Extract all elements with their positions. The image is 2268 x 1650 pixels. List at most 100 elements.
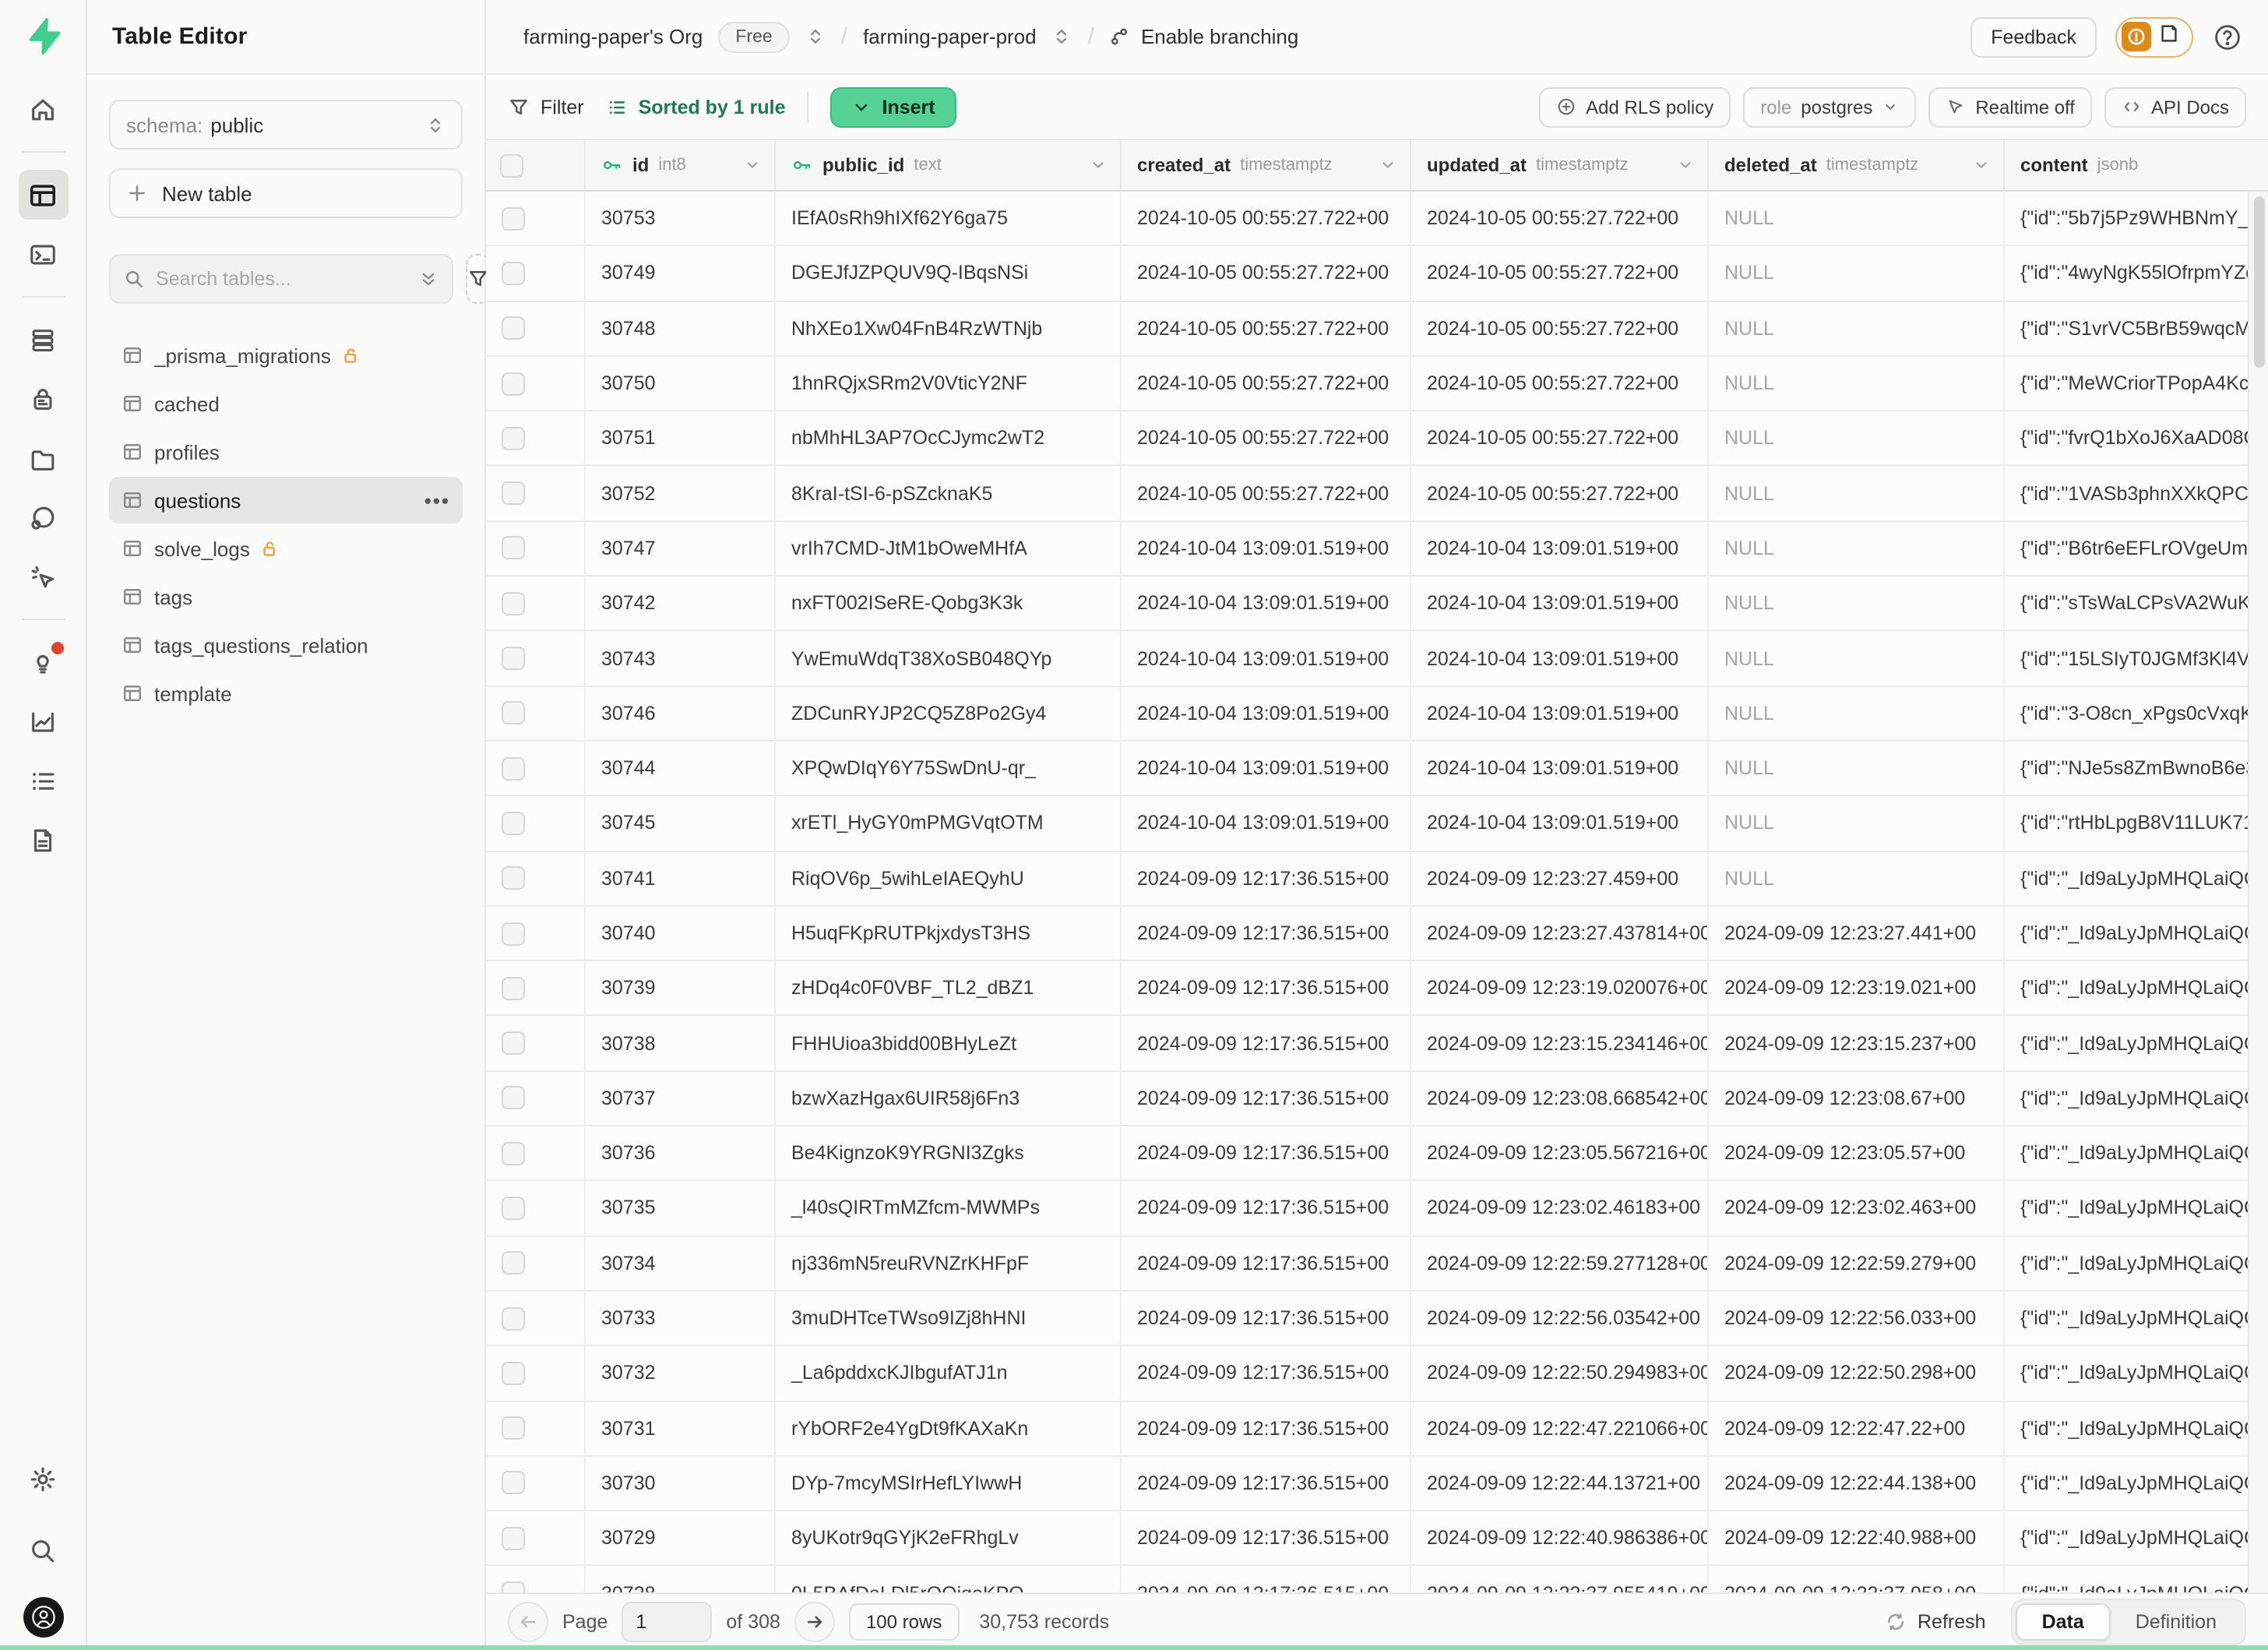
cell-public_id[interactable]: nxFT002ISeRE-Qobg3K3k bbox=[776, 576, 1122, 630]
sidebar-item-template[interactable]: template bbox=[109, 670, 463, 717]
cell-public_id[interactable]: _La6pddxcKJIbgufATJ1n bbox=[776, 1346, 1122, 1400]
cell-deleted_at[interactable]: NULL bbox=[1709, 411, 2005, 465]
cell-id[interactable]: 30751 bbox=[586, 411, 776, 465]
rows-per-page-button[interactable]: 100 rows bbox=[849, 1603, 959, 1641]
cell-id[interactable]: 30741 bbox=[586, 851, 776, 905]
cell-public_id[interactable]: YwEmuWdqT38XoSB048QYp bbox=[776, 632, 1122, 686]
sidebar-item-questions[interactable]: questions••• bbox=[109, 477, 463, 524]
supabase-logo-icon[interactable] bbox=[23, 16, 63, 56]
cell-id[interactable]: 30735 bbox=[586, 1182, 776, 1236]
select-all-checkbox[interactable] bbox=[500, 153, 523, 177]
cell-updated_at[interactable]: 2024-09-09 12:23:19.020076+00 bbox=[1411, 961, 1709, 1015]
cell-deleted_at[interactable]: 2024-09-09 12:23:05.57+00 bbox=[1709, 1126, 2005, 1180]
chevron-down-icon[interactable] bbox=[1676, 156, 1695, 175]
cell-deleted_at[interactable]: NULL bbox=[1709, 301, 2005, 355]
sort-button[interactable]: Sorted by 1 rule bbox=[606, 96, 786, 118]
chevron-down-icon[interactable] bbox=[1379, 156, 1397, 175]
row-checkbox[interactable] bbox=[502, 481, 525, 505]
cell-deleted_at[interactable]: NULL bbox=[1709, 247, 2005, 301]
cell-content[interactable]: {"id":"15LSIyT0JGMf3Kl4Vn bbox=[2005, 632, 2268, 686]
row-checkbox[interactable] bbox=[502, 1141, 525, 1165]
row-checkbox[interactable] bbox=[502, 977, 525, 1000]
cell-public_id[interactable]: zHDq4c0F0VBF_TL2_dBZ1 bbox=[776, 961, 1122, 1015]
add-rls-policy-button[interactable]: Add RLS policy bbox=[1539, 86, 1731, 127]
column-header-id[interactable]: idint8 bbox=[586, 140, 776, 190]
cell-created_at[interactable]: 2024-09-09 12:17:36.515+00 bbox=[1122, 1292, 1411, 1345]
nav-advisors[interactable] bbox=[18, 637, 68, 687]
row-checkbox[interactable] bbox=[502, 1031, 525, 1055]
cell-public_id[interactable]: DYp-7mcyMSIrHefLYIwwH bbox=[776, 1457, 1122, 1511]
cell-deleted_at[interactable]: NULL bbox=[1709, 686, 2005, 740]
cell-id[interactable]: 30737 bbox=[586, 1072, 776, 1126]
sidebar-item-cached[interactable]: cached bbox=[109, 380, 463, 427]
nav-reports[interactable] bbox=[18, 696, 68, 746]
cell-id[interactable]: 30742 bbox=[586, 576, 776, 630]
cell-updated_at[interactable]: 2024-10-05 00:55:27.722+00 bbox=[1411, 301, 1709, 355]
tab-definition[interactable]: Definition bbox=[2111, 1605, 2242, 1639]
cell-id[interactable]: 30736 bbox=[586, 1126, 776, 1180]
column-header-created_at[interactable]: created_attimestamptz bbox=[1122, 140, 1411, 190]
cell-created_at[interactable]: 2024-09-09 12:17:36.515+00 bbox=[1122, 1346, 1411, 1400]
cell-content[interactable]: {"id":"sTsWaLCPsVA2WuK2 bbox=[2005, 576, 2268, 630]
cell-deleted_at[interactable]: 2024-09-09 12:22:37.958+00 bbox=[1709, 1567, 2005, 1592]
chevron-down-icon[interactable] bbox=[743, 156, 762, 175]
cell-deleted_at[interactable]: NULL bbox=[1709, 632, 2005, 686]
row-checkbox[interactable] bbox=[502, 866, 525, 890]
row-checkbox[interactable] bbox=[502, 316, 525, 340]
notifications-button[interactable] bbox=[2115, 16, 2193, 57]
cell-created_at[interactable]: 2024-10-05 00:55:27.722+00 bbox=[1122, 247, 1411, 301]
row-checkbox[interactable] bbox=[502, 1416, 525, 1440]
cell-deleted_at[interactable]: 2024-09-09 12:23:27.441+00 bbox=[1709, 907, 2005, 961]
row-checkbox[interactable] bbox=[502, 537, 525, 560]
cell-id[interactable]: 30738 bbox=[586, 1017, 776, 1070]
column-header-deleted_at[interactable]: deleted_attimestamptz bbox=[1709, 140, 2005, 190]
row-checkbox[interactable] bbox=[502, 647, 525, 670]
sidebar-item-tags_questions_relation[interactable]: tags_questions_relation bbox=[109, 622, 463, 668]
cell-content[interactable]: {"id":"_Id9aLyJpMHQLaiQC bbox=[2005, 1126, 2268, 1180]
cell-id[interactable]: 30743 bbox=[586, 632, 776, 686]
cell-created_at[interactable]: 2024-10-04 13:09:01.519+00 bbox=[1122, 632, 1411, 686]
cell-deleted_at[interactable]: NULL bbox=[1709, 742, 2005, 795]
row-checkbox[interactable] bbox=[502, 1581, 525, 1592]
insert-button[interactable]: Insert bbox=[831, 86, 957, 127]
nav-realtime[interactable] bbox=[18, 552, 68, 601]
cell-deleted_at[interactable]: 2024-09-09 12:22:44.138+00 bbox=[1709, 1457, 2005, 1511]
cell-public_id[interactable]: bzwXazHgax6UIR58j6Fn3 bbox=[776, 1072, 1122, 1126]
cell-content[interactable]: {"id":"fvrQ1bXoJ6XaAD08G bbox=[2005, 411, 2268, 465]
cell-deleted_at[interactable]: 2024-09-09 12:22:59.279+00 bbox=[1709, 1236, 2005, 1290]
cell-updated_at[interactable]: 2024-10-05 00:55:27.722+00 bbox=[1411, 357, 1709, 411]
cell-deleted_at[interactable]: NULL bbox=[1709, 192, 2005, 245]
cell-deleted_at[interactable]: 2024-09-09 12:22:50.298+00 bbox=[1709, 1346, 2005, 1400]
cell-created_at[interactable]: 2024-10-04 13:09:01.519+00 bbox=[1122, 686, 1411, 740]
cell-created_at[interactable]: 2024-10-04 13:09:01.519+00 bbox=[1122, 797, 1411, 851]
cell-created_at[interactable]: 2024-10-05 00:55:27.722+00 bbox=[1122, 467, 1411, 520]
org-name[interactable]: farming-paper's Org bbox=[523, 25, 703, 48]
cell-updated_at[interactable]: 2024-10-04 13:09:01.519+00 bbox=[1411, 742, 1709, 795]
nav-settings[interactable] bbox=[18, 1454, 68, 1504]
previous-page-button[interactable] bbox=[508, 1602, 548, 1642]
cell-id[interactable]: 30749 bbox=[586, 247, 776, 301]
table-menu-button[interactable]: ••• bbox=[424, 488, 450, 512]
cell-deleted_at[interactable]: NULL bbox=[1709, 797, 2005, 851]
cell-updated_at[interactable]: 2024-09-09 12:23:27.437814+00 bbox=[1411, 907, 1709, 961]
cell-content[interactable]: {"id":"_Id9aLyJpMHQLaiQC bbox=[2005, 907, 2268, 961]
cell-updated_at[interactable]: 2024-09-09 12:22:47.221066+00 bbox=[1411, 1401, 1709, 1455]
help-button[interactable] bbox=[2212, 21, 2243, 52]
cell-id[interactable]: 30750 bbox=[586, 357, 776, 411]
cell-content[interactable]: {"id":"5b7j5Pz9WHBNmY_A bbox=[2005, 192, 2268, 245]
cell-content[interactable]: {"id":"_Id9aLyJpMHQLaiQC bbox=[2005, 851, 2268, 905]
cell-public_id[interactable]: vrIh7CMD-JtM1bOweMHfA bbox=[776, 522, 1122, 576]
cell-created_at[interactable]: 2024-10-05 00:55:27.722+00 bbox=[1122, 411, 1411, 465]
row-checkbox[interactable] bbox=[502, 1252, 525, 1275]
cell-updated_at[interactable]: 2024-09-09 12:23:05.567216+00 bbox=[1411, 1126, 1709, 1180]
cell-content[interactable]: {"id":"_Id9aLyJpMHQLaiQC bbox=[2005, 1292, 2268, 1345]
cell-created_at[interactable]: 2024-09-09 12:17:36.515+00 bbox=[1122, 1401, 1411, 1455]
cell-content[interactable]: {"id":"_Id9aLyJpMHQLaiQC bbox=[2005, 1017, 2268, 1070]
cell-content[interactable]: {"id":"S1vrVC5BrB59wqcM4 bbox=[2005, 301, 2268, 355]
cell-id[interactable]: 30753 bbox=[586, 192, 776, 245]
cell-content[interactable]: {"id":"_Id9aLyJpMHQLaiQC bbox=[2005, 1236, 2268, 1290]
column-header-public_id[interactable]: public_idtext bbox=[776, 140, 1122, 190]
cell-public_id[interactable]: NhXEo1Xw04FnB4RzWTNjb bbox=[776, 301, 1122, 355]
api-docs-button[interactable]: API Docs bbox=[2104, 86, 2246, 127]
cell-id[interactable]: 30752 bbox=[586, 467, 776, 520]
